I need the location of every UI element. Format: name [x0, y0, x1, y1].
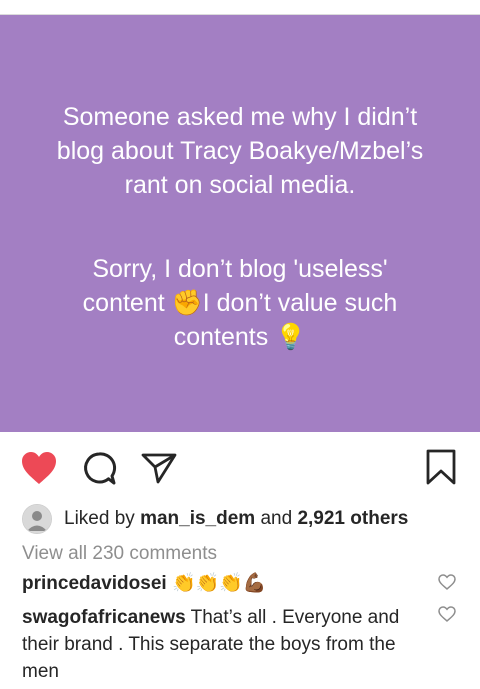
top-bar — [0, 0, 480, 15]
comment-like-heart-icon[interactable] — [438, 574, 456, 590]
likes-row[interactable]: Liked by man_is_dem and 2,921 others — [22, 503, 408, 535]
comment-username[interactable]: swagofafricanews — [22, 607, 186, 628]
likes-count[interactable]: 2,921 others — [297, 508, 408, 530]
comment-icon[interactable] — [81, 451, 117, 487]
avatar[interactable] — [22, 504, 52, 534]
post-text-line: blog about Tracy Boakye/Mzbel’s — [56, 137, 424, 165]
post-text-line: Sorry, I don’t blog 'useless' — [92, 255, 388, 283]
comment-item: swagofafricanews That’s all . Everyone a… — [22, 604, 422, 685]
post-text-line: content ✊I don’t value such — [82, 289, 398, 317]
comment-like-heart-icon[interactable] — [438, 606, 456, 622]
post-text-paragraph-2: Sorry, I don’t blog 'useless' content ✊I… — [10, 252, 470, 354]
post-text-paragraph-1: Someone asked me why I didn’t blog about… — [10, 100, 470, 202]
view-all-comments-link[interactable]: View all 230 comments — [22, 543, 217, 565]
action-bar — [0, 432, 480, 502]
avatar-image — [23, 505, 51, 533]
bookmark-icon[interactable] — [424, 448, 458, 486]
post-text-line: rant on social media. — [124, 171, 356, 199]
share-icon[interactable] — [140, 451, 178, 485]
likes-conjunction: and — [260, 508, 293, 529]
post-text-line: Someone asked me why I didn’t — [62, 103, 418, 131]
post-image[interactable]: Someone asked me why I didn’t blog about… — [0, 15, 480, 432]
liker-username[interactable]: man_is_dem — [140, 508, 255, 530]
comment-username[interactable]: princedavidosei — [22, 573, 167, 594]
heart-filled-icon[interactable] — [20, 450, 58, 486]
post-text-line: contents 💡 — [173, 323, 307, 351]
comment-item: princedavidosei 👏👏👏💪🏾 — [22, 570, 422, 597]
likes-prefix: Liked by — [64, 508, 135, 529]
comment-text: 👏👏👏💪🏾 — [171, 573, 267, 594]
